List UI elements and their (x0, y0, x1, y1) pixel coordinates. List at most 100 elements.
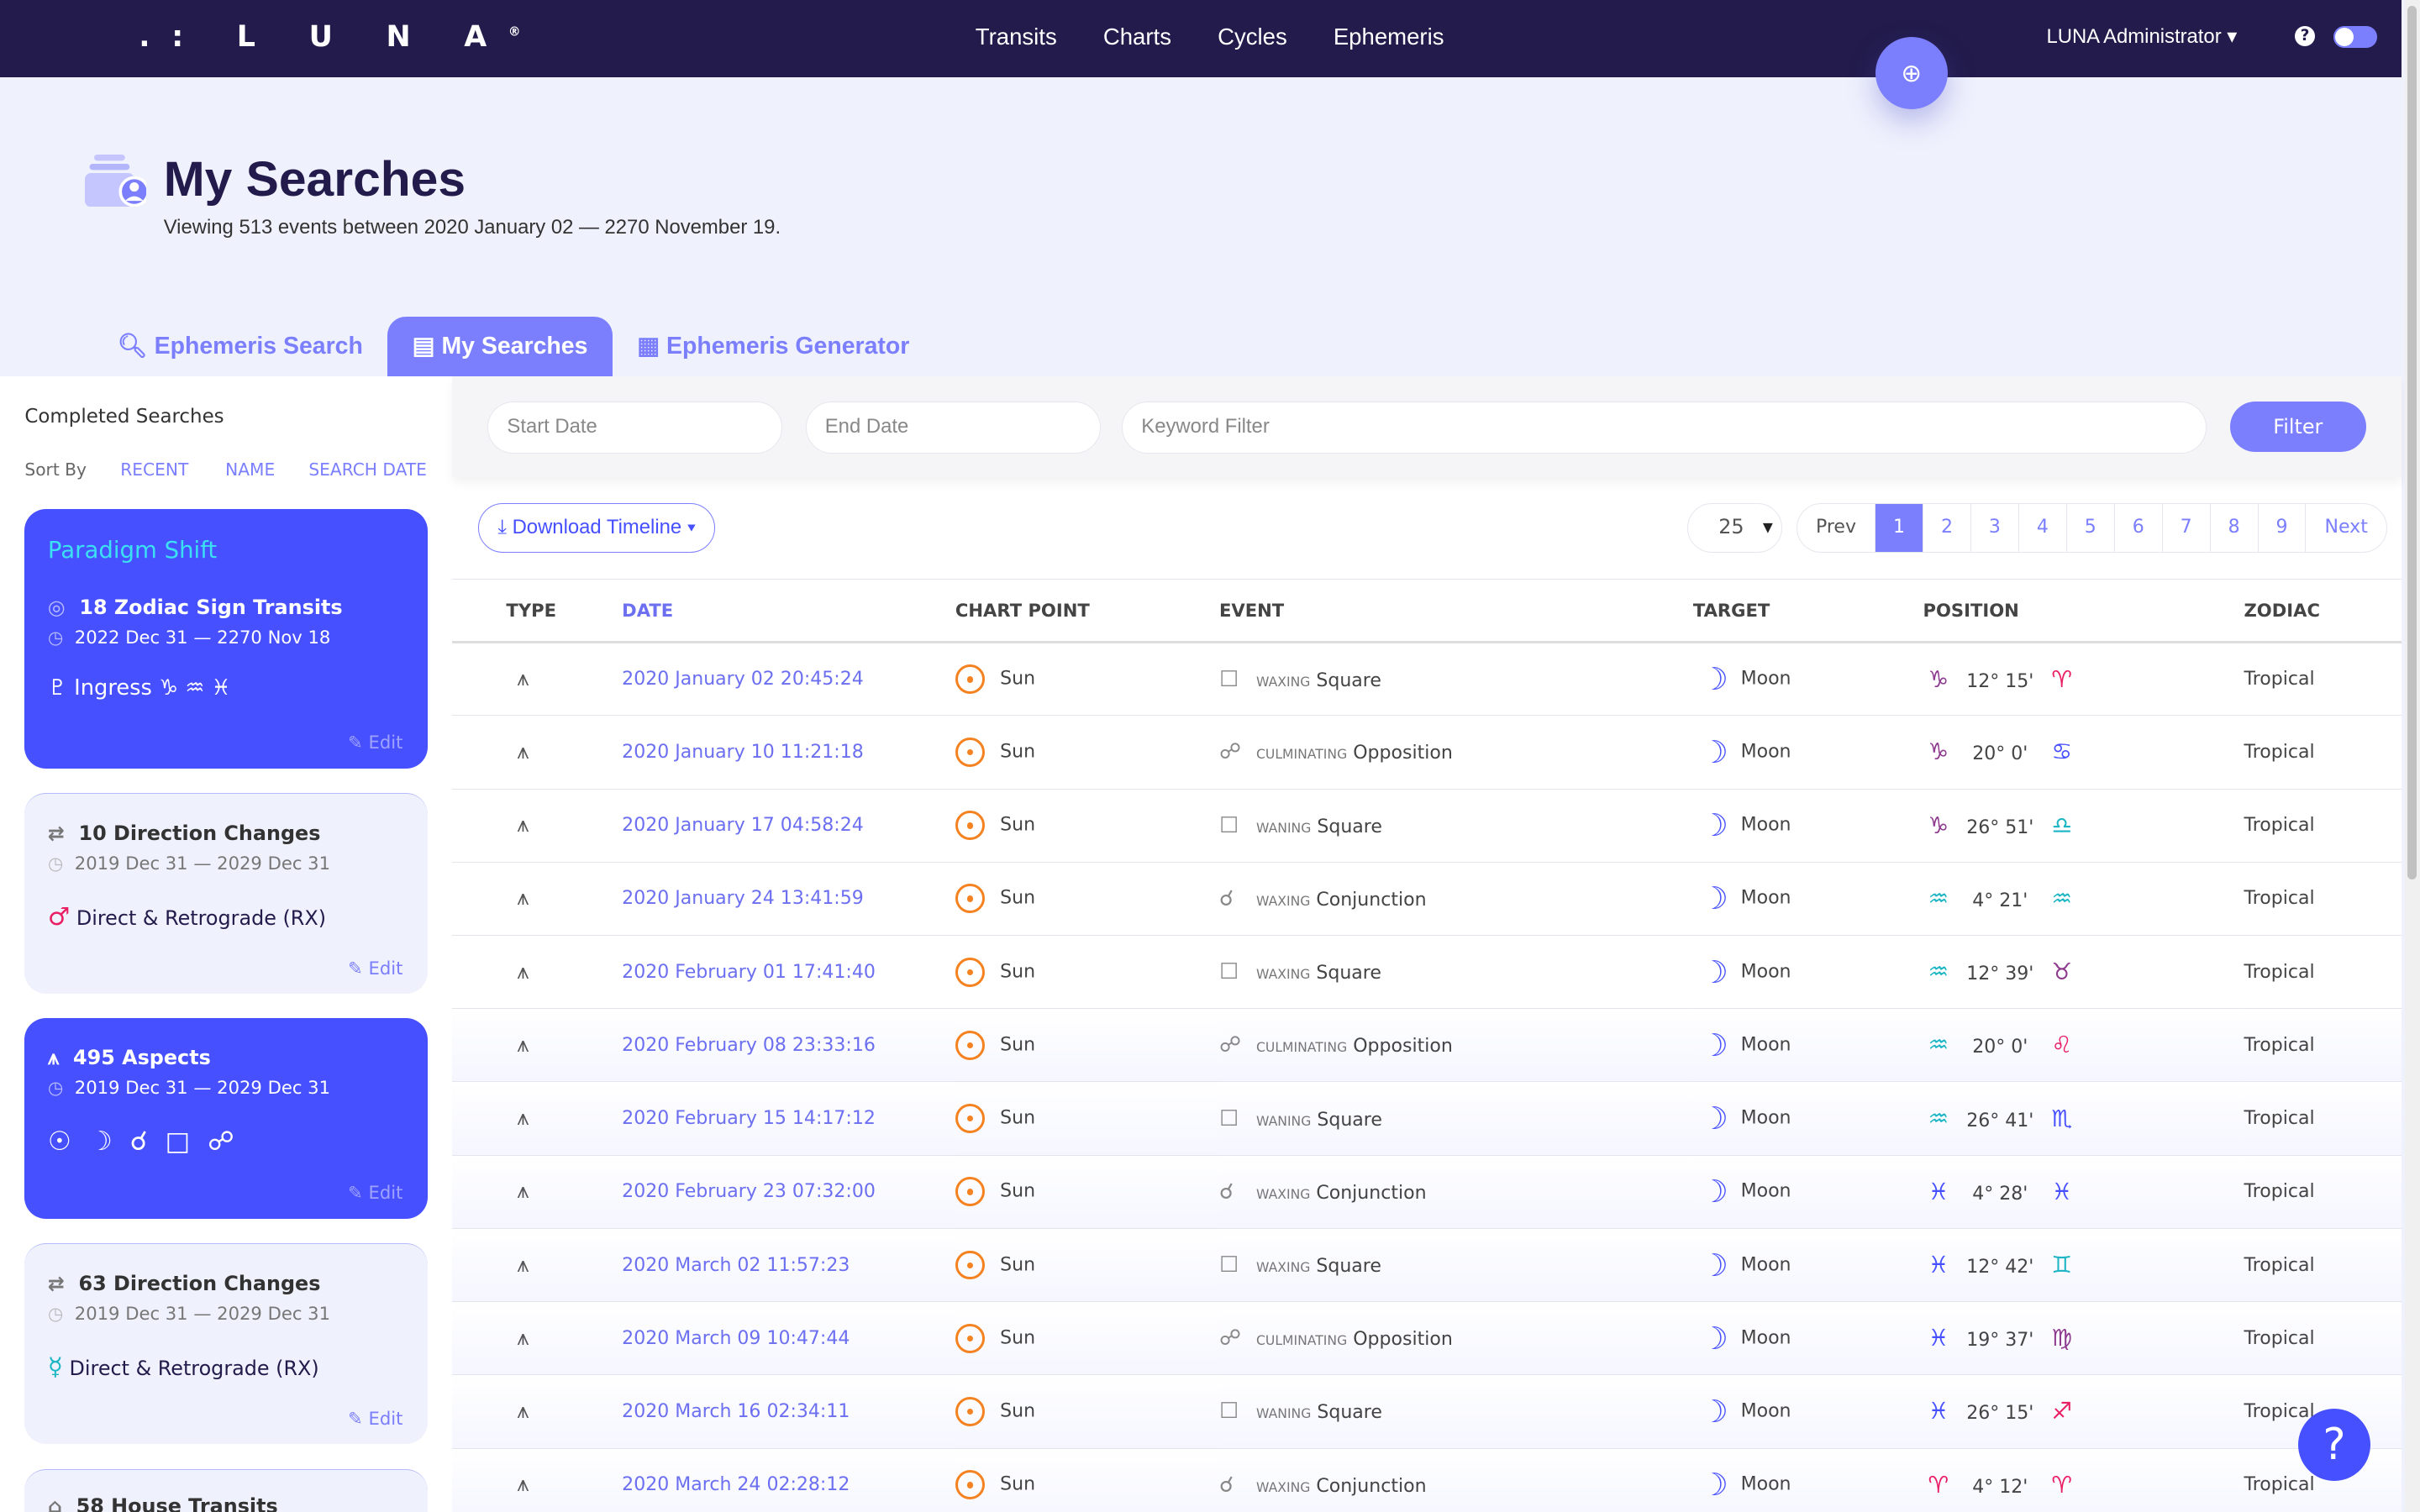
table-row[interactable]: ⩚ 2020 January 17 04:58:24 Sun ☐ WANING S… (452, 789, 2402, 863)
luna-logo[interactable]: .: L U N A® (139, 20, 520, 54)
event-date-link[interactable]: 2020 February 15 14:17:12 (622, 1108, 876, 1129)
table-row[interactable]: ⩚ 2020 March 09 10:47:44 Sun ☍︎ CULMINATI… (452, 1301, 2402, 1376)
page-subtitle: Viewing 513 events between 2020 January … (163, 216, 781, 239)
event-date-link[interactable]: 2020 February 08 23:33:16 (622, 1035, 876, 1056)
table-row[interactable]: ⩚ 2020 February 15 14:17:12 Sun ☐ WANING … (452, 1081, 2402, 1156)
tab-ephemeris-search[interactable]: 🔍︎ Ephemeris Search (92, 317, 387, 377)
edit-button[interactable]: ✎ Edit (348, 958, 402, 979)
page-scrollbar[interactable] (2404, 0, 2420, 1512)
chart-point: Sun (1000, 741, 1036, 763)
event-date-link[interactable]: 2020 February 23 07:32:00 (622, 1181, 876, 1202)
page-1[interactable]: 1 (1875, 503, 1923, 552)
sort-search-date[interactable]: SEARCH DATE (308, 459, 427, 480)
nav-cycles[interactable]: Cycles (1218, 24, 1287, 50)
page-4[interactable]: 4 (2018, 503, 2066, 552)
event-name: Square (1316, 1256, 1381, 1278)
sun-icon (955, 1470, 985, 1500)
col-date[interactable]: DATE (622, 578, 955, 644)
tab-label: My Searches (441, 332, 588, 360)
event-date-link[interactable]: 2020 March 02 11:57:23 (622, 1255, 850, 1276)
help-button[interactable]: ? (2297, 1408, 2371, 1482)
event-name: Conjunction (1316, 1182, 1427, 1204)
tab-my-searches[interactable]: ▤ My Searches (387, 316, 613, 377)
table-row[interactable]: ⩚ 2020 March 02 11:57:23 Sun ☐ WAXING Squ… (452, 1228, 2402, 1303)
page-7[interactable]: 7 (2161, 503, 2210, 552)
table-row[interactable]: ⩚ 2020 January 10 11:21:18 Sun ☍︎ CULMINA… (452, 715, 2402, 790)
end-date-input[interactable]: End Date (805, 401, 1101, 454)
nav-transits[interactable]: Transits (976, 24, 1057, 50)
col-chart-point[interactable]: CHART POINT (955, 578, 1219, 644)
sort-name[interactable]: NAME (225, 459, 275, 480)
aspect-type-icon: ⩚ (452, 1374, 623, 1449)
search-card[interactable]: ⌂ 58 House Transits (24, 1468, 428, 1512)
help-icon[interactable]: ? (2295, 26, 2316, 47)
page-next[interactable]: Next (2305, 503, 2386, 552)
page-3[interactable]: 3 (1970, 503, 2018, 552)
add-fab-button[interactable]: ⊕ (1875, 37, 1948, 110)
square-icon: ☐ (1218, 1252, 1239, 1278)
table-row[interactable]: ⩚ 2020 February 08 23:33:16 Sun ☍︎ CULMIN… (452, 1008, 2402, 1083)
page-5[interactable]: 5 (2065, 503, 2114, 552)
search-card[interactable]: ⇄ 10 Direction Changes ◷ 2019 Dec 31 — 2… (24, 793, 428, 994)
table-row[interactable]: ⩚ 2020 January 02 20:45:24 Sun ☐ WAXING S… (452, 642, 2402, 717)
table-row[interactable]: ⩚ 2020 February 23 07:32:00 Sun ☌︎ WAXING… (452, 1155, 2402, 1229)
page-6[interactable]: 6 (2113, 503, 2162, 552)
conjunction-icon: ☌︎ (1218, 885, 1234, 911)
per-page-select[interactable]: 25 ▾ (1686, 502, 1783, 553)
nav-charts[interactable]: Charts (1103, 24, 1171, 50)
user-menu[interactable]: LUNA Administrator ▾ (2046, 24, 2237, 49)
edit-button[interactable]: ✎ Edit (348, 1182, 402, 1203)
event-name: Opposition (1353, 1036, 1453, 1058)
page-9[interactable]: 9 (2257, 503, 2306, 552)
table-row[interactable]: ⩚ 2020 February 01 17:41:40 Sun ☐ WAXING … (452, 935, 2402, 1010)
event-date-link[interactable]: 2020 January 10 11:21:18 (622, 742, 864, 763)
keyword-filter-input[interactable]: Keyword Filter (1122, 401, 2207, 454)
theme-toggle[interactable] (2333, 26, 2377, 48)
col-type[interactable]: TYPE (452, 578, 623, 644)
edit-button[interactable]: ✎ Edit (348, 1408, 402, 1429)
col-event[interactable]: EVENT (1218, 578, 1693, 644)
table-header: TYPE DATE CHART POINT EVENT TARGET POSIT… (452, 578, 2402, 644)
search-card[interactable]: ⇄ 63 Direction Changes ◷ 2019 Dec 31 — 2… (24, 1243, 428, 1445)
page-2[interactable]: 2 (1922, 503, 1970, 552)
aspect-icon: ⩚ (47, 1046, 60, 1070)
filter-button[interactable]: Filter (2230, 401, 2366, 453)
download-timeline-button[interactable]: ⤓ Download Timeline ▾ (478, 502, 715, 553)
col-position[interactable]: POSITION (1923, 578, 2244, 644)
col-target[interactable]: TARGET (1692, 578, 1923, 644)
table-row[interactable]: ⩚ 2020 March 24 02:28:12 Sun ☌︎ WAXING Co… (452, 1448, 2402, 1512)
moon-icon: ☽︎ (1700, 1320, 1728, 1357)
tab-ephemeris-generator[interactable]: ▦ Ephemeris Generator (613, 317, 934, 377)
table-icon: ▦ (637, 332, 660, 360)
table-row[interactable]: ⩚ 2020 March 16 02:34:11 Sun ☐ WANING Squ… (452, 1374, 2402, 1449)
sun-icon (955, 884, 985, 914)
event-date-link[interactable]: 2020 March 24 02:28:12 (622, 1474, 850, 1495)
sun-icon (955, 737, 985, 767)
aspect-type-icon: ⩚ (452, 1448, 623, 1512)
event-phase: CULMINATING (1256, 747, 1348, 763)
nav-ephemeris[interactable]: Ephemeris (1334, 24, 1444, 50)
event-name: Conjunction (1316, 1475, 1427, 1497)
event-name: Square (1317, 816, 1382, 837)
sort-recent[interactable]: RECENT (120, 459, 188, 480)
edit-button[interactable]: ✎ Edit (348, 732, 402, 753)
search-title: 495 Aspects (73, 1046, 211, 1070)
search-card[interactable]: ⩚ 495 Aspects ◷ 2019 Dec 31 — 2029 Dec 3… (24, 1018, 428, 1219)
scrollbar-thumb[interactable] (2407, 6, 2417, 879)
search-card[interactable]: Paradigm Shift ◎ 18 Zodiac Sign Transits… (24, 509, 428, 769)
event-date-link[interactable]: 2020 February 01 17:41:40 (622, 962, 876, 983)
zodiac-type: Tropical (2244, 715, 2402, 790)
target: Moon (1740, 741, 1791, 763)
table-row[interactable]: ⩚ 2020 January 24 13:41:59 Sun ☌︎ WAXING … (452, 862, 2402, 936)
event-date-link[interactable]: 2020 January 02 20:45:24 (622, 669, 864, 690)
start-date-input[interactable]: Start Date (487, 401, 783, 454)
page-8[interactable]: 8 (2209, 503, 2258, 552)
event-date-link[interactable]: 2020 January 24 13:41:59 (622, 888, 864, 909)
caret-down-icon: ▾ (1762, 514, 1773, 538)
event-date-link[interactable]: 2020 March 16 02:34:11 (622, 1401, 850, 1422)
event-date-link[interactable]: 2020 March 09 10:47:44 (622, 1328, 850, 1349)
col-zodiac[interactable]: ZODIAC (2244, 578, 2402, 644)
square-icon: ☐ (1218, 812, 1239, 838)
event-date-link[interactable]: 2020 January 17 04:58:24 (622, 815, 864, 836)
page-prev[interactable]: Prev (1797, 504, 1875, 552)
